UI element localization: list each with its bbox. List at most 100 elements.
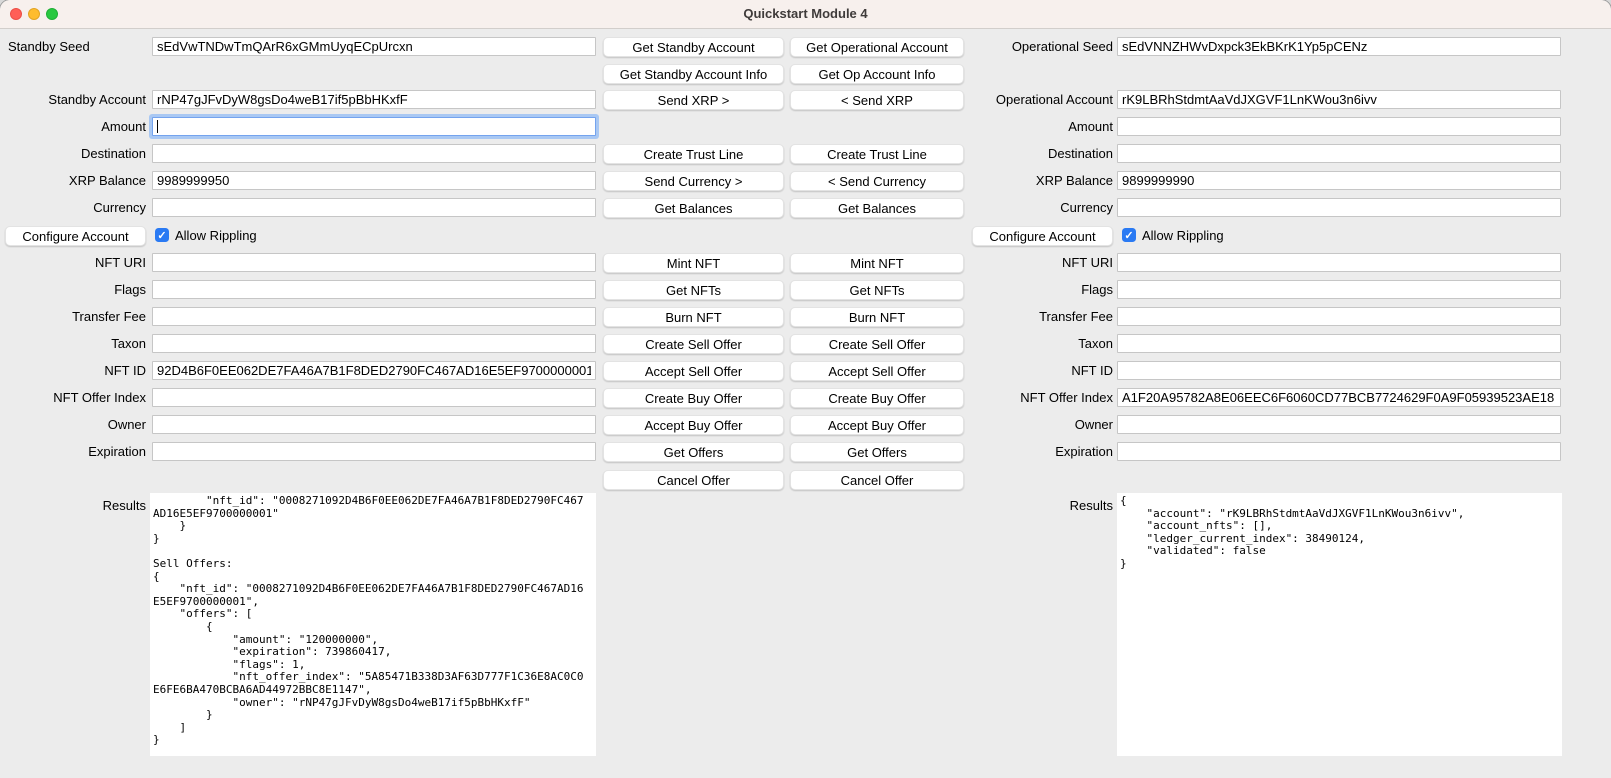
operational-cancel-offer-button[interactable]: Cancel Offer	[790, 470, 964, 490]
operational-get-balances-button[interactable]: Get Balances	[790, 198, 964, 218]
text-caret	[157, 120, 158, 133]
operational-transfer-fee-input[interactable]	[1117, 307, 1561, 326]
operational-expiration-label: Expiration	[966, 442, 1113, 461]
operational-burn-nft-button[interactable]: Burn NFT	[790, 307, 964, 327]
standby-destination-label: Destination	[0, 144, 146, 163]
operational-currency-label: Currency	[966, 198, 1113, 217]
standby-seed-label: Standby Seed	[0, 37, 146, 56]
send-currency-to-operational-button[interactable]: Send Currency >	[603, 171, 784, 191]
operational-xrp-balance-label: XRP Balance	[966, 171, 1113, 190]
get-standby-account-info-button[interactable]: Get Standby Account Info	[603, 64, 784, 84]
send-xrp-to-operational-button[interactable]: Send XRP >	[603, 90, 784, 110]
operational-flags-input[interactable]	[1117, 280, 1561, 299]
standby-results-text[interactable]: "nft_id": "0008271092D4B6F0EE062DE7FA46A…	[150, 493, 596, 756]
operational-destination-label: Destination	[966, 144, 1113, 163]
operational-configure-account-button[interactable]: Configure Account	[972, 226, 1113, 246]
operational-nft-offer-index-input[interactable]	[1117, 388, 1561, 407]
operational-create-buy-offer-button[interactable]: Create Buy Offer	[790, 388, 964, 408]
window-title: Quickstart Module 4	[0, 0, 1611, 28]
standby-owner-input[interactable]	[152, 415, 596, 434]
standby-results-label: Results	[0, 496, 146, 515]
standby-cancel-offer-button[interactable]: Cancel Offer	[603, 470, 784, 490]
operational-expiration-input[interactable]	[1117, 442, 1561, 461]
standby-destination-input[interactable]	[152, 144, 596, 163]
standby-nft-uri-input[interactable]	[152, 253, 596, 272]
app-window: Quickstart Module 4 Standby Seed Standby…	[0, 0, 1611, 778]
operational-results-content: { "account": "rK9LBRhStdmtAaVdJXGVF1LnKW…	[1117, 493, 1562, 573]
operational-results-text[interactable]: { "account": "rK9LBRhStdmtAaVdJXGVF1LnKW…	[1117, 493, 1562, 756]
operational-accept-sell-offer-button[interactable]: Accept Sell Offer	[790, 361, 964, 381]
operational-nft-offer-index-label: NFT Offer Index	[966, 388, 1113, 407]
send-currency-to-standby-button[interactable]: < Send Currency	[790, 171, 964, 191]
operational-transfer-fee-label: Transfer Fee	[966, 307, 1113, 326]
get-operational-account-button[interactable]: Get Operational Account	[790, 37, 964, 57]
standby-nft-offer-index-input[interactable]	[152, 388, 596, 407]
operational-mint-nft-button[interactable]: Mint NFT	[790, 253, 964, 273]
standby-account-input[interactable]	[152, 90, 596, 109]
operational-accept-buy-offer-button[interactable]: Accept Buy Offer	[790, 415, 964, 435]
standby-get-nfts-button[interactable]: Get NFTs	[603, 280, 784, 300]
operational-taxon-label: Taxon	[966, 334, 1113, 353]
operational-create-sell-offer-button[interactable]: Create Sell Offer	[790, 334, 964, 354]
standby-account-label: Standby Account	[0, 90, 146, 109]
operational-nft-id-input[interactable]	[1117, 361, 1561, 380]
standby-results-content: "nft_id": "0008271092D4B6F0EE062DE7FA46A…	[150, 493, 596, 749]
standby-create-trust-line-button[interactable]: Create Trust Line	[603, 144, 784, 164]
standby-accept-buy-offer-button[interactable]: Accept Buy Offer	[603, 415, 784, 435]
standby-xrp-balance-input[interactable]	[152, 171, 596, 190]
operational-account-label: Operational Account	[966, 90, 1113, 109]
operational-flags-label: Flags	[966, 280, 1113, 299]
operational-allow-rippling-label: Allow Rippling	[1142, 226, 1224, 245]
standby-create-buy-offer-button[interactable]: Create Buy Offer	[603, 388, 784, 408]
standby-nft-offer-index-label: NFT Offer Index	[0, 388, 146, 407]
send-xrp-to-standby-button[interactable]: < Send XRP	[790, 90, 964, 110]
standby-currency-label: Currency	[0, 198, 146, 217]
operational-seed-input[interactable]	[1117, 37, 1561, 56]
standby-nft-id-label: NFT ID	[0, 361, 146, 380]
operational-nft-uri-label: NFT URI	[966, 253, 1113, 272]
standby-transfer-fee-input[interactable]	[152, 307, 596, 326]
standby-taxon-label: Taxon	[0, 334, 146, 353]
operational-nft-id-label: NFT ID	[966, 361, 1113, 380]
standby-configure-account-button[interactable]: Configure Account	[5, 226, 146, 246]
standby-mint-nft-button[interactable]: Mint NFT	[603, 253, 784, 273]
standby-burn-nft-button[interactable]: Burn NFT	[603, 307, 784, 327]
standby-amount-input[interactable]	[152, 117, 596, 136]
standby-get-offers-button[interactable]: Get Offers	[603, 442, 784, 462]
standby-amount-label: Amount	[0, 117, 146, 136]
standby-nft-uri-label: NFT URI	[0, 253, 146, 272]
operational-account-input[interactable]	[1117, 90, 1561, 109]
operational-seed-label: Operational Seed	[966, 37, 1113, 56]
standby-nft-id-input[interactable]	[152, 361, 596, 380]
standby-expiration-label: Expiration	[0, 442, 146, 461]
standby-expiration-input[interactable]	[152, 442, 596, 461]
standby-get-balances-button[interactable]: Get Balances	[603, 198, 784, 218]
checkmark-icon: ✓	[1123, 229, 1135, 243]
operational-get-nfts-button[interactable]: Get NFTs	[790, 280, 964, 300]
operational-destination-input[interactable]	[1117, 144, 1561, 163]
operational-get-offers-button[interactable]: Get Offers	[790, 442, 964, 462]
standby-seed-input[interactable]	[152, 37, 596, 56]
operational-allow-rippling-checkbox[interactable]: ✓	[1122, 228, 1136, 242]
operational-amount-input[interactable]	[1117, 117, 1561, 136]
standby-allow-rippling-checkbox[interactable]: ✓	[155, 228, 169, 242]
standby-accept-sell-offer-button[interactable]: Accept Sell Offer	[603, 361, 784, 381]
standby-xrp-balance-label: XRP Balance	[0, 171, 146, 190]
operational-results-label: Results	[966, 496, 1113, 515]
get-standby-account-button[interactable]: Get Standby Account	[603, 37, 784, 57]
standby-allow-rippling-label: Allow Rippling	[175, 226, 257, 245]
operational-currency-input[interactable]	[1117, 198, 1561, 217]
standby-create-sell-offer-button[interactable]: Create Sell Offer	[603, 334, 784, 354]
titlebar[interactable]: Quickstart Module 4	[0, 0, 1611, 29]
standby-taxon-input[interactable]	[152, 334, 596, 353]
standby-flags-input[interactable]	[152, 280, 596, 299]
operational-owner-input[interactable]	[1117, 415, 1561, 434]
standby-currency-input[interactable]	[152, 198, 596, 217]
get-op-account-info-button[interactable]: Get Op Account Info	[790, 64, 964, 84]
operational-xrp-balance-input[interactable]	[1117, 171, 1561, 190]
operational-taxon-input[interactable]	[1117, 334, 1561, 353]
operational-nft-uri-input[interactable]	[1117, 253, 1561, 272]
operational-create-trust-line-button[interactable]: Create Trust Line	[790, 144, 964, 164]
checkmark-icon: ✓	[156, 229, 168, 243]
standby-owner-label: Owner	[0, 415, 146, 434]
